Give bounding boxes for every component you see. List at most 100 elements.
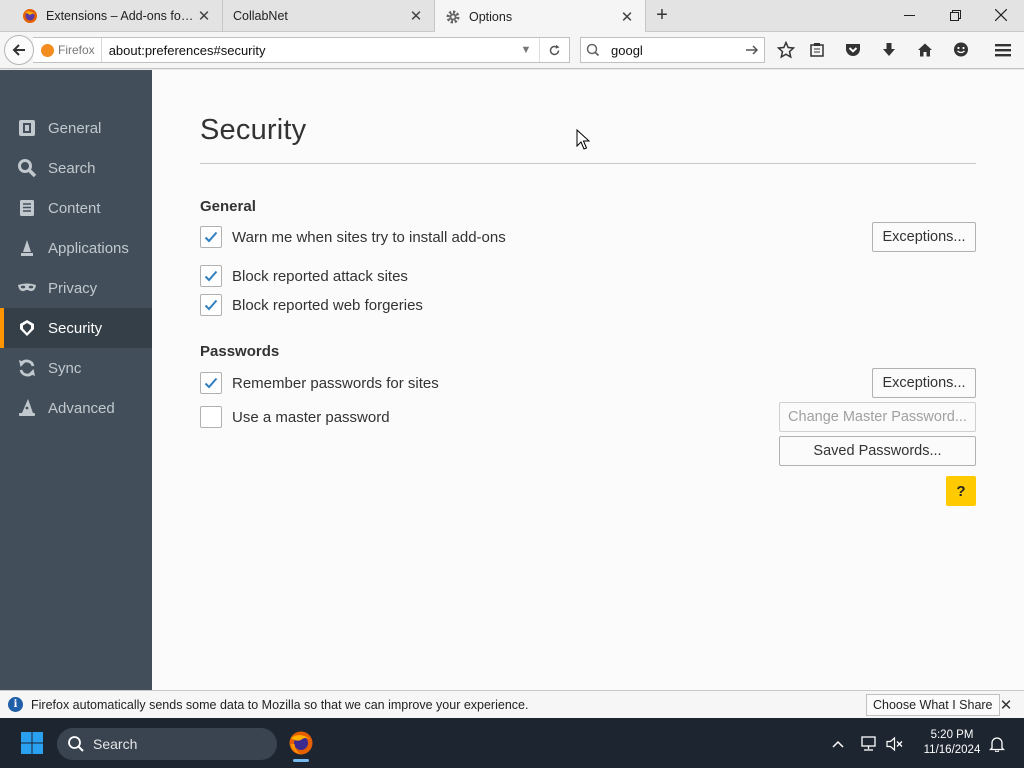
checkmark-icon	[204, 231, 218, 243]
search-icon	[68, 736, 84, 752]
downloads-button[interactable]	[876, 38, 902, 62]
home-icon	[918, 43, 932, 57]
notifications-button[interactable]	[986, 733, 1008, 755]
close-window-button[interactable]	[978, 0, 1024, 30]
hello-chat-button[interactable]	[948, 38, 974, 62]
search-bar[interactable]: googl	[580, 37, 765, 63]
identity-box[interactable]: Firefox	[33, 38, 102, 62]
block-attack-label: Block reported attack sites	[232, 267, 408, 285]
taskbar-search-box[interactable]: Search	[57, 728, 277, 760]
sidebar-item-general[interactable]: General	[0, 108, 152, 148]
tab-strip: Extensions – Add-ons for ... ✕ CollabNet…	[0, 0, 1024, 33]
sidebar-item-privacy[interactable]: Privacy	[0, 268, 152, 308]
remember-passwords-row[interactable]: Remember passwords for sites	[200, 371, 439, 395]
master-password-row[interactable]: Use a master password	[200, 405, 390, 429]
search-icon	[16, 157, 38, 179]
applications-icon	[16, 237, 38, 259]
network-icon	[861, 736, 876, 751]
tab-extensions[interactable]: Extensions – Add-ons for ... ✕	[12, 0, 222, 32]
passwords-group-heading: Passwords	[200, 343, 280, 360]
new-tab-button[interactable]: +	[650, 4, 674, 28]
sidebar-item-advanced[interactable]: Advanced	[0, 388, 152, 428]
advanced-wizard-hat-icon	[16, 397, 38, 419]
go-arrow-icon[interactable]	[742, 42, 764, 58]
minimize-button[interactable]	[886, 0, 932, 30]
block-forgeries-label: Block reported web forgeries	[232, 296, 423, 314]
reload-icon[interactable]	[539, 38, 569, 62]
sidebar-item-applications[interactable]: Applications	[0, 228, 152, 268]
data-collection-notification-bar: i Firefox automatically sends some data …	[0, 690, 1024, 718]
firefox-identity-icon	[41, 43, 54, 57]
tab-title: Options	[469, 9, 513, 24]
change-master-password-button[interactable]: Change Master Password...	[779, 402, 976, 432]
sidebar-item-label: Sync	[48, 359, 82, 377]
volume-status[interactable]	[884, 733, 906, 755]
sync-icon	[16, 357, 38, 379]
download-arrow-icon	[883, 43, 895, 56]
close-tab-icon[interactable]: ✕	[196, 8, 212, 25]
close-notification-icon[interactable]: ✕	[996, 695, 1016, 715]
warn-addons-label: Warn me when sites try to install add-on…	[232, 228, 506, 246]
minimize-icon	[903, 14, 915, 16]
preferences-sidebar: General Search Content Applications Priv…	[0, 70, 152, 690]
block-forgeries-row[interactable]: Block reported web forgeries	[200, 293, 423, 317]
remember-passwords-checkbox[interactable]	[200, 372, 222, 394]
block-attack-checkbox[interactable]	[200, 265, 222, 287]
windows-taskbar: Search 5:20 PM 11/16/2024	[0, 718, 1024, 768]
bookmarks-menu-button[interactable]	[804, 38, 830, 62]
search-input[interactable]: googl	[607, 43, 742, 58]
clock-date: 11/16/2024	[923, 744, 981, 756]
home-button[interactable]	[912, 38, 938, 62]
menu-button[interactable]	[990, 38, 1016, 62]
warn-addons-row[interactable]: Warn me when sites try to install add-on…	[200, 225, 506, 249]
back-button[interactable]	[4, 35, 34, 65]
block-forgeries-checkbox[interactable]	[200, 294, 222, 316]
firefox-logo-icon	[289, 731, 313, 755]
bookmarks-list-icon	[810, 43, 824, 57]
show-hidden-icons-button[interactable]	[828, 733, 848, 755]
sidebar-item-label: Security	[48, 319, 103, 337]
saved-passwords-button[interactable]: Saved Passwords...	[779, 436, 976, 466]
close-tab-icon[interactable]: ✕	[619, 9, 635, 26]
taskbar-firefox-app[interactable]	[281, 723, 321, 763]
sidebar-item-label: Applications	[48, 239, 129, 257]
history-dropdown-icon[interactable]: ▼	[513, 38, 539, 62]
master-password-label: Use a master password	[232, 408, 390, 426]
sidebar-item-content[interactable]: Content	[0, 188, 152, 228]
navigation-toolbar: Firefox about:preferences#security ▼ goo…	[0, 32, 1024, 69]
warn-addons-checkbox[interactable]	[200, 226, 222, 248]
checkmark-icon	[204, 299, 218, 311]
tab-options[interactable]: Options ✕	[434, 0, 646, 33]
general-icon	[16, 117, 38, 139]
close-tab-icon[interactable]: ✕	[408, 8, 424, 25]
tab-collabnet[interactable]: CollabNet ✕	[222, 0, 434, 32]
master-password-checkbox[interactable]	[200, 406, 222, 428]
taskbar-clock[interactable]: 5:20 PM 11/16/2024	[912, 728, 992, 758]
help-button[interactable]: ?	[946, 476, 976, 506]
addons-exceptions-button[interactable]: Exceptions...	[872, 222, 976, 252]
block-attack-row[interactable]: Block reported attack sites	[200, 264, 408, 288]
sidebar-item-sync[interactable]: Sync	[0, 348, 152, 388]
preferences-content: Security General Warn me when sites try …	[152, 70, 1024, 690]
tab-title: Extensions – Add-ons for ...	[46, 9, 196, 23]
url-text[interactable]: about:preferences#security	[102, 43, 513, 58]
pocket-button[interactable]	[840, 38, 866, 62]
network-status[interactable]	[858, 733, 880, 755]
restore-button[interactable]	[932, 0, 978, 30]
sidebar-item-label: Privacy	[48, 279, 98, 297]
checkmark-icon	[204, 270, 218, 282]
chevron-up-icon	[832, 740, 844, 748]
volume-muted-icon	[886, 736, 903, 752]
password-exceptions-button[interactable]: Exceptions...	[872, 368, 976, 398]
notification-text: Firefox automatically sends some data to…	[31, 697, 529, 712]
sidebar-item-security[interactable]: Security	[0, 308, 152, 348]
choose-what-i-share-button[interactable]: Choose What I Share	[866, 694, 1000, 716]
sidebar-item-label: Advanced	[48, 399, 115, 417]
start-button[interactable]	[10, 728, 54, 758]
sidebar-item-search[interactable]: Search	[0, 148, 152, 188]
identity-label: Firefox	[58, 43, 95, 57]
bookmark-star-button[interactable]	[773, 38, 799, 62]
sidebar-item-label: General	[48, 119, 102, 137]
url-bar[interactable]: Firefox about:preferences#security ▼	[33, 37, 570, 63]
back-arrow-icon	[12, 44, 25, 56]
